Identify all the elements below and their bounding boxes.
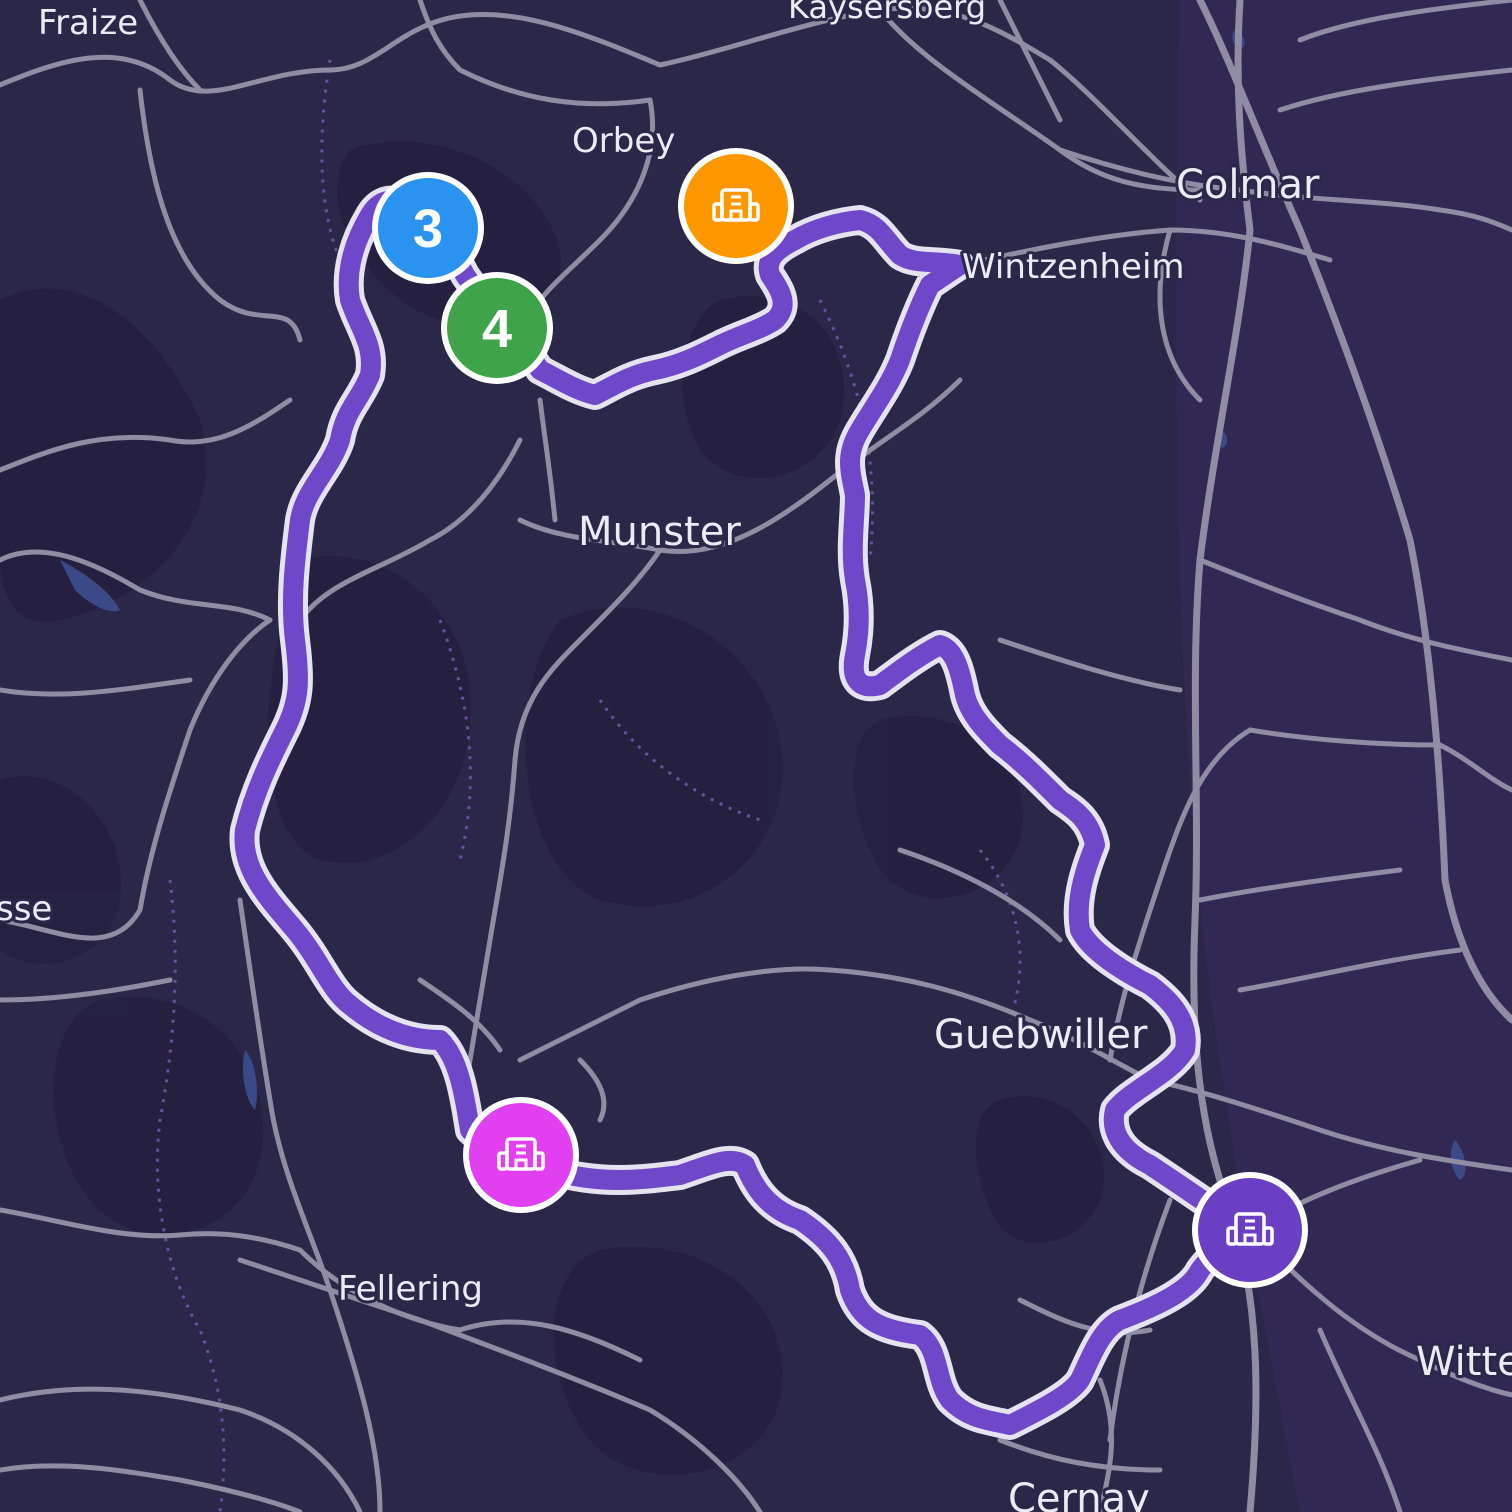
stop-marker-4-label: 4 (482, 299, 512, 359)
stop-marker-3-label: 3 (413, 199, 443, 259)
place-label-cernay: Cernay (1008, 1476, 1150, 1512)
hotel-marker-magenta[interactable] (463, 1097, 579, 1213)
hotel-marker-purple[interactable] (1192, 1172, 1308, 1288)
place-label-kaysersberg: Kaysersberg (788, 0, 986, 26)
place-label-witte: Witte (1416, 1339, 1512, 1385)
place-label-colmar: Colmar (1176, 162, 1320, 208)
place-label-munster: Munster (578, 509, 741, 555)
hotel-marker-orange[interactable] (678, 148, 794, 264)
map-canvas[interactable]: Fraize Kaysersberg Orbey Colmar Wintzenh… (0, 0, 1512, 1512)
place-label-fraize: Fraize (38, 3, 138, 43)
hotel-marker-magenta-fill (469, 1103, 573, 1207)
hotel-marker-orange-fill (684, 154, 788, 258)
map-view[interactable]: Fraize Kaysersberg Orbey Colmar Wintzenh… (0, 0, 1512, 1512)
place-label-orbey: Orbey (572, 121, 675, 161)
place-label-sse: sse (0, 889, 52, 929)
place-label-wintzenheim: Wintzenheim (962, 247, 1185, 287)
place-label-fellering: Fellering (338, 1269, 483, 1309)
place-label-guebwiller: Guebwiller (934, 1012, 1148, 1058)
hotel-marker-purple-fill (1198, 1178, 1302, 1282)
stop-marker-4[interactable]: 4 (441, 272, 553, 384)
stop-marker-3[interactable]: 3 (372, 172, 484, 284)
